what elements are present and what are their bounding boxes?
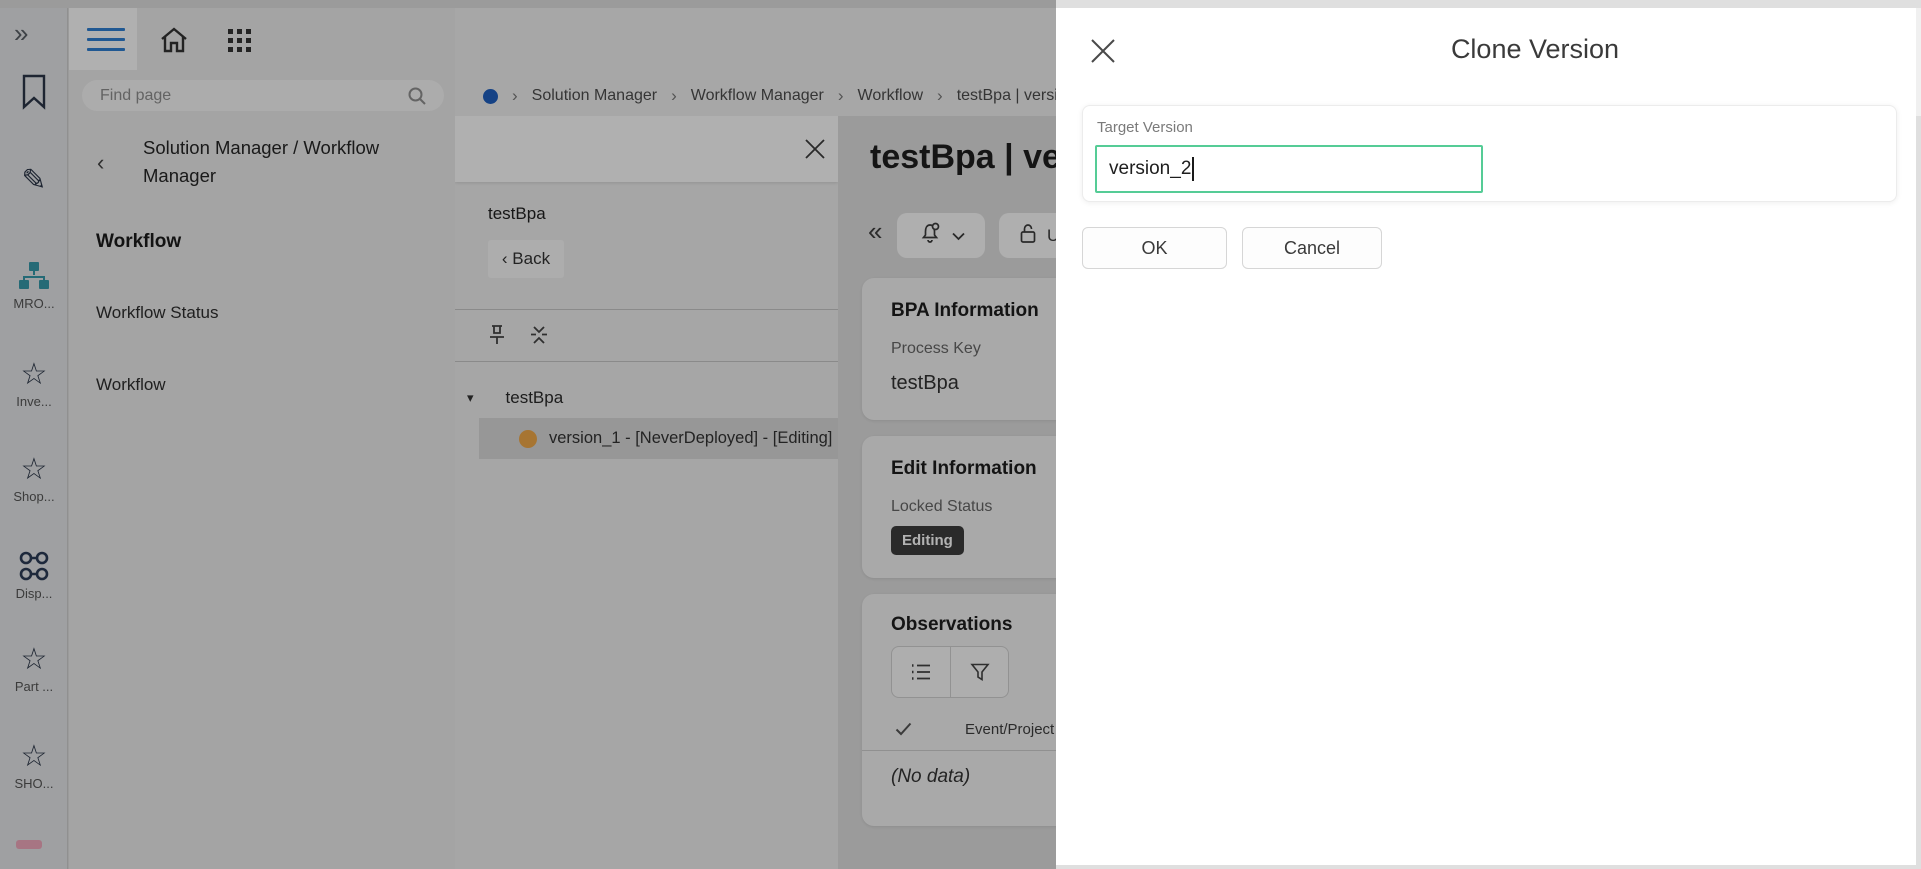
cancel-button[interactable]: Cancel: [1242, 227, 1382, 269]
ok-button[interactable]: OK: [1082, 227, 1227, 269]
dialog-title: Clone Version: [1056, 34, 1916, 65]
target-version-value: version_2: [1109, 158, 1191, 180]
app-window: » ✎ MRO... ☆ Inve...: [0, 0, 1921, 869]
target-version-input[interactable]: version_2: [1095, 145, 1483, 193]
clone-version-dialog: Clone Version Target Version version_2 O…: [1056, 8, 1916, 865]
target-version-label: Target Version: [1097, 119, 1193, 136]
text-caret: [1192, 157, 1194, 181]
modal-dim-overlay[interactable]: [0, 0, 1056, 869]
target-version-field-card: Target Version version_2: [1082, 105, 1897, 202]
